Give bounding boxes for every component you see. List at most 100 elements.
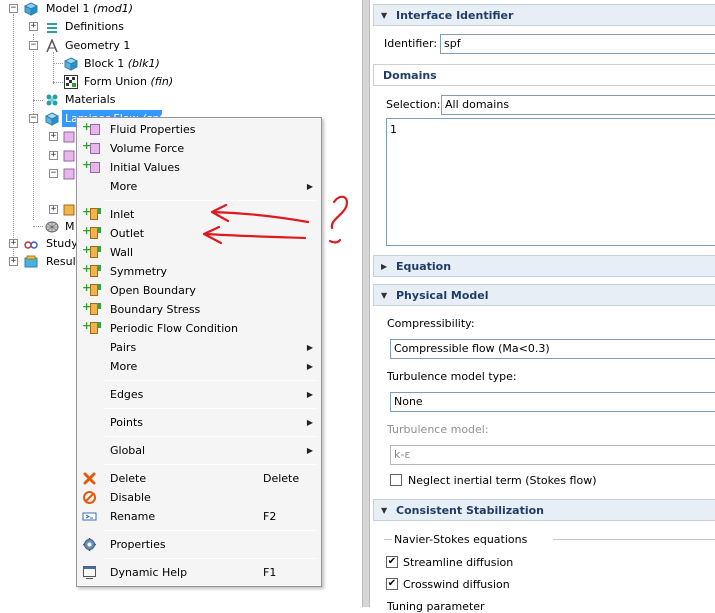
section-equation[interactable]: ▶ Equation — [373, 255, 715, 277]
neglect-inertial-checkbox[interactable] — [390, 474, 402, 486]
collapse-toggle[interactable]: − — [9, 4, 18, 13]
laminar-flow-icon — [44, 112, 60, 126]
materials-icon — [45, 93, 59, 107]
menu-item-open-boundary[interactable]: + Open Boundary — [77, 281, 321, 300]
selection-dropdown[interactable]: All domains — [441, 95, 715, 115]
menu-item-rename[interactable]: Rename F2 — [77, 507, 321, 526]
settings-pane: ▼ Interface Identifier Identifier: spf D… — [370, 0, 715, 613]
tree-connector — [33, 100, 43, 101]
neglect-inertial-label: Neglect inertial term (Stokes flow) — [408, 474, 597, 487]
section-interface-identifier[interactable]: ▼ Interface Identifier — [373, 4, 715, 26]
section-title: Interface Identifier — [396, 9, 514, 22]
turbulence-model-label: Turbulence model: — [387, 423, 489, 436]
menu-item-more-domains[interactable]: More ▶ — [77, 177, 321, 196]
identifier-field[interactable]: spf — [440, 34, 715, 54]
model-icon — [23, 2, 39, 16]
menu-item-label: Pairs — [110, 341, 137, 354]
menu-item-global[interactable]: Global ▶ — [77, 441, 321, 460]
group-title: Navier-Stokes equations — [394, 533, 528, 546]
domain-feature-icon: + — [82, 121, 100, 137]
section-title: Equation — [396, 260, 452, 273]
section-title: Domains — [383, 69, 437, 82]
expand-toggle[interactable]: + — [49, 151, 58, 160]
boundary-feature-icon: + — [82, 225, 101, 241]
section-physical-model[interactable]: ▼ Physical Model — [373, 284, 715, 306]
menu-separator — [105, 200, 317, 201]
menu-item-disable[interactable]: Disable — [77, 488, 321, 507]
tree-label: Definitions — [65, 20, 124, 33]
tree-tag: (mod1) — [93, 2, 134, 15]
tree-label: Block 1 — [84, 57, 128, 70]
menu-item-properties[interactable]: Properties — [77, 535, 321, 554]
menu-item-label: Dynamic Help — [110, 566, 188, 579]
expand-toggle[interactable]: + — [9, 239, 18, 248]
section-consistent-stabilization[interactable]: ▼ Consistent Stabilization — [373, 499, 715, 521]
results-icon — [24, 255, 38, 269]
collapse-toggle[interactable]: − — [49, 169, 58, 178]
compressibility-dropdown[interactable]: Compressible flow (Ma<0.3) — [390, 339, 715, 359]
tree-tag: (fin) — [150, 75, 174, 88]
menu-shortcut: F1 — [263, 566, 277, 579]
boundary-feature-icon: + — [82, 206, 101, 222]
section-collapse-icon: ▼ — [381, 291, 388, 300]
context-menu: + Fluid Properties + Volume Force + Init… — [76, 117, 322, 587]
expand-toggle[interactable]: + — [49, 132, 58, 141]
crosswind-diffusion-label: Crosswind diffusion — [403, 578, 510, 591]
menu-item-more-boundaries[interactable]: More ▶ — [77, 357, 321, 376]
domain-feature-icon: + — [82, 159, 100, 175]
streamline-diffusion-checkbox[interactable]: ✔ — [386, 556, 398, 568]
expand-toggle[interactable]: + — [49, 205, 58, 214]
menu-separator — [105, 380, 317, 381]
feature-icon — [62, 149, 76, 163]
turbulence-type-dropdown[interactable]: None — [390, 392, 715, 412]
menu-item-label: Initial Values — [110, 161, 180, 174]
menu-item-pairs[interactable]: Pairs ▶ — [77, 338, 321, 357]
tree-connector — [33, 226, 43, 227]
crosswind-diffusion-checkbox[interactable]: ✔ — [386, 578, 398, 590]
menu-item-label: Properties — [110, 538, 166, 551]
menu-item-edges[interactable]: Edges ▶ — [77, 385, 321, 404]
menu-separator — [105, 530, 317, 531]
menu-shortcut: Delete — [263, 472, 300, 485]
menu-item-symmetry[interactable]: + Symmetry — [77, 262, 321, 281]
expand-toggle[interactable]: + — [29, 22, 38, 31]
menu-item-delete[interactable]: Delete Delete — [77, 469, 321, 488]
collapse-toggle[interactable]: − — [29, 41, 38, 50]
feature-icon — [62, 167, 76, 181]
menu-item-initial-values[interactable]: + Initial Values — [77, 158, 321, 177]
submenu-arrow-icon: ▶ — [306, 446, 313, 455]
tree-label: Result — [46, 255, 80, 268]
tree-label: Geometry 1 — [65, 39, 131, 52]
menu-item-label: Outlet — [110, 227, 145, 240]
boundary-feature-icon: + — [82, 282, 101, 298]
tree-label: M — [65, 220, 75, 233]
domain-list-entry[interactable]: 1 — [390, 123, 397, 136]
menu-item-inlet[interactable]: + Inlet — [77, 205, 321, 224]
menu-item-periodic-flow[interactable]: + Periodic Flow Condition — [77, 319, 321, 338]
turbulence-type-label: Turbulence model type: — [387, 370, 517, 383]
menu-item-label: Fluid Properties — [110, 123, 196, 136]
expand-toggle[interactable]: + — [9, 257, 18, 266]
form-union-icon — [64, 75, 78, 89]
tree-connector — [53, 82, 63, 83]
feature-icon — [62, 203, 76, 217]
pane-splitter[interactable] — [362, 0, 370, 607]
menu-item-wall[interactable]: + Wall — [77, 243, 321, 262]
collapse-toggle[interactable]: − — [29, 114, 38, 123]
tree-label: Form Union — [84, 75, 151, 88]
menu-item-outlet[interactable]: + Outlet — [77, 224, 321, 243]
menu-item-volume-force[interactable]: + Volume Force — [77, 139, 321, 158]
menu-separator — [105, 558, 317, 559]
section-domains[interactable]: Domains — [373, 64, 715, 86]
menu-item-fluid-properties[interactable]: + Fluid Properties — [77, 120, 321, 139]
section-expand-icon: ▶ — [381, 262, 388, 271]
menu-item-points[interactable]: Points ▶ — [77, 413, 321, 432]
rename-icon — [82, 509, 98, 524]
menu-item-label: Boundary Stress — [110, 303, 201, 316]
menu-item-dynamic-help[interactable]: Dynamic Help F1 — [77, 563, 321, 582]
group-divider — [553, 539, 715, 540]
menu-item-boundary-stress[interactable]: + Boundary Stress — [77, 300, 321, 319]
gear-icon — [82, 537, 98, 552]
domain-selection-list[interactable]: 1 — [386, 118, 715, 246]
selection-label: Selection: — [386, 98, 441, 111]
